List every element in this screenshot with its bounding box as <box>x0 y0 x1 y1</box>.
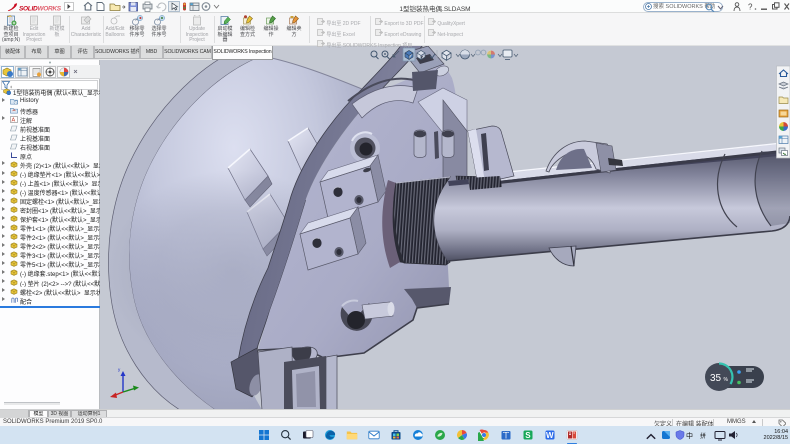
svg-text:%: % <box>724 377 729 383</box>
svg-text:W: W <box>546 431 554 440</box>
svg-text:35: 35 <box>710 373 722 384</box>
svg-text:S: S <box>525 431 531 440</box>
svg-text:A: A <box>12 117 16 123</box>
svg-text:?: ? <box>748 3 753 12</box>
